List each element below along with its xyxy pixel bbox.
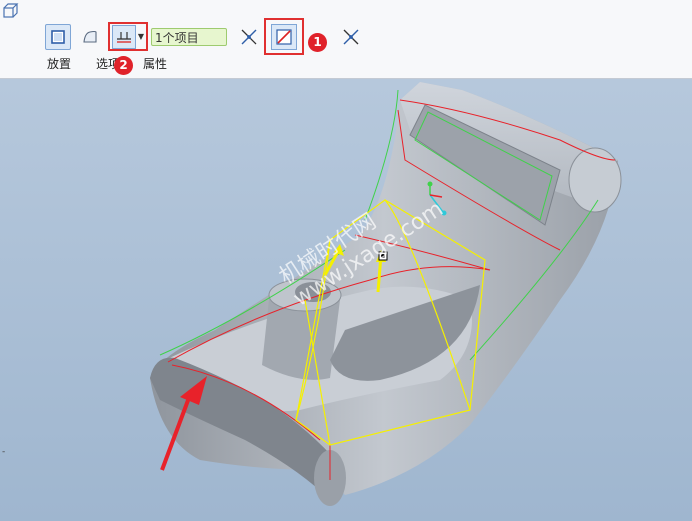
app-corner-icon xyxy=(2,2,20,20)
trim-icon xyxy=(271,23,297,50)
end-cap xyxy=(568,147,622,213)
left-edge-marker: - xyxy=(2,447,6,457)
flip-direction-button-2[interactable] xyxy=(338,24,364,50)
tab-properties[interactable]: 属性 xyxy=(143,55,167,72)
flip-direction-button[interactable] xyxy=(236,24,262,50)
thicken-dropdown[interactable]: ▼ xyxy=(108,22,148,51)
flip-direction-icon xyxy=(341,27,361,47)
surface-button[interactable] xyxy=(77,24,103,50)
annotation-badge-1: 1 xyxy=(308,33,327,52)
flip-direction-icon xyxy=(239,27,259,47)
annotation-badge-2: 2 xyxy=(114,56,133,75)
placement-button[interactable] xyxy=(45,24,71,50)
surface-icon xyxy=(81,28,99,46)
cad-model xyxy=(150,82,622,506)
placement-icon xyxy=(49,28,67,46)
chevron-down-icon[interactable]: ▼ xyxy=(138,32,144,41)
reference-collector[interactable]: 1个项目 xyxy=(151,28,227,46)
model-viewport[interactable]: 机械时代网 www.jxage.com xyxy=(0,79,692,521)
thicken-icon xyxy=(111,24,136,49)
tab-placement[interactable]: 放置 xyxy=(47,55,71,72)
trim-toggle-button[interactable] xyxy=(264,18,304,55)
ribbon-toolbar: ▼ 1个项目 放置 选项 属性 1 2 xyxy=(0,0,692,79)
